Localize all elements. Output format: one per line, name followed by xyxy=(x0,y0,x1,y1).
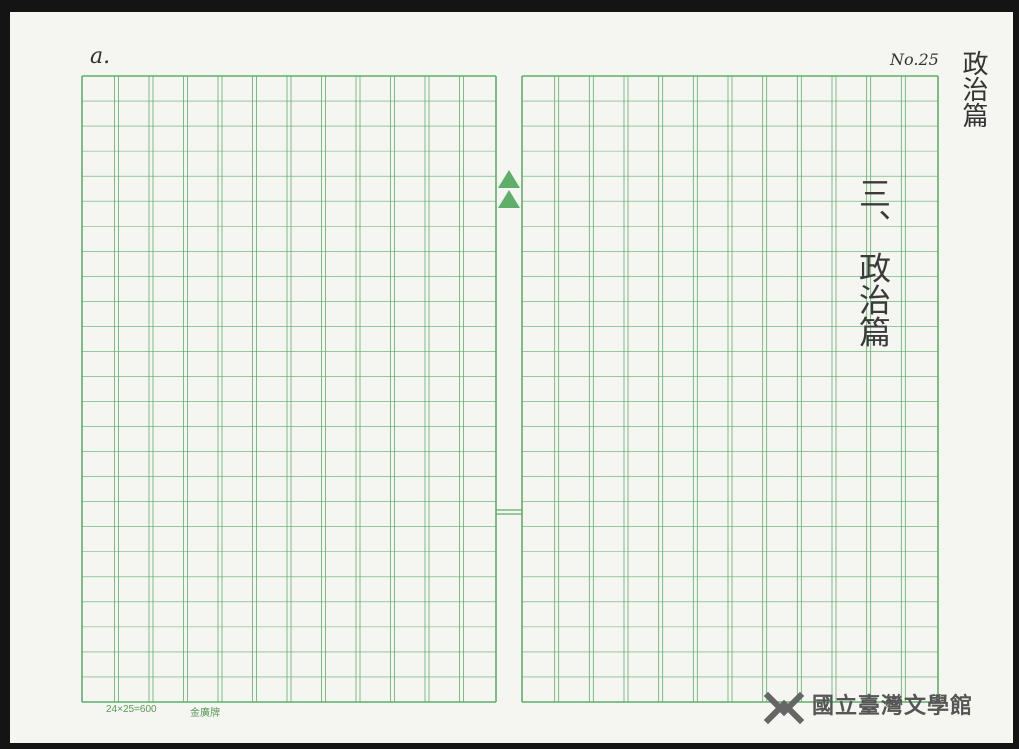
page-number: No.25 xyxy=(890,50,939,69)
fold-ornament xyxy=(498,170,520,208)
museum-logo: 國立臺灣文學館 xyxy=(758,684,1008,734)
museum-name: 國立臺灣文學館 xyxy=(812,693,974,719)
corner-mark-a: a. xyxy=(90,44,111,69)
paper-brand-label: 金廣牌 xyxy=(190,708,220,719)
museum-emblem-icon xyxy=(763,691,805,725)
paper-size-label: 24×25=600 xyxy=(106,704,157,715)
manuscript-sheet: a. No.25 政治篇 三、 政治篇 24×25=600 金廣牌 xyxy=(10,12,1013,743)
manuscript-grid xyxy=(81,75,939,703)
section-heading: 三、 政治篇 xyxy=(854,177,892,348)
side-title: 政治篇 xyxy=(958,50,988,128)
